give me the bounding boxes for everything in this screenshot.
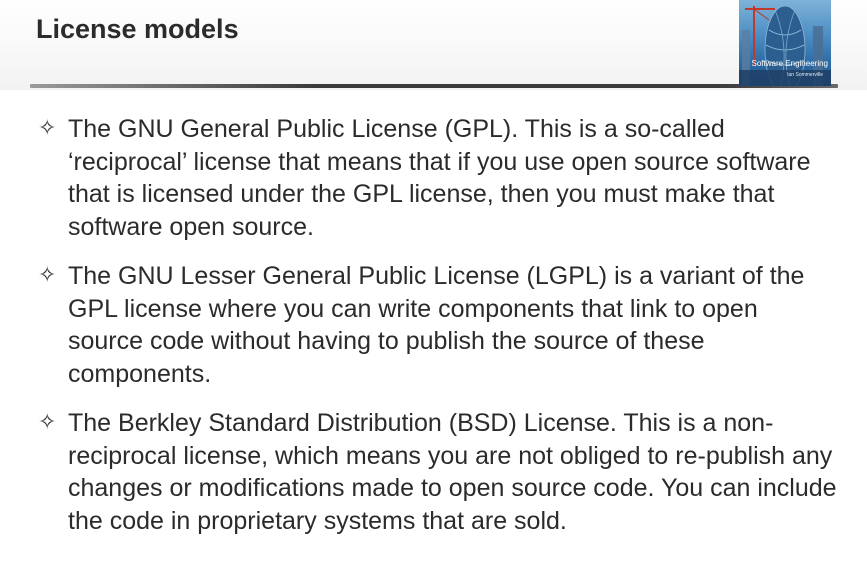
book-author: Ian Sommerville xyxy=(787,72,823,78)
sparkle-bullet-icon: ✧ xyxy=(38,116,57,141)
bullet-text: The Berkley Standard Distribution (BSD) … xyxy=(68,409,837,535)
bullet-item-lgpl: ✧ The GNU Lesser General Public License … xyxy=(38,260,838,390)
sparkle-bullet-icon: ✧ xyxy=(38,410,57,435)
sparkle-bullet-icon: ✧ xyxy=(38,263,57,288)
book-title: Software Engineering xyxy=(751,59,829,68)
bullet-list: ✧ The GNU General Public License (GPL). … xyxy=(38,113,838,554)
bullet-item-bsd: ✧ The Berkley Standard Distribution (BSD… xyxy=(38,407,838,537)
bullet-text: The GNU General Public License (GPL). Th… xyxy=(68,115,811,241)
title-divider xyxy=(30,84,838,88)
book-cover-thumbnail: Software Engineering Ian Sommerville xyxy=(739,0,831,86)
bullet-text: The GNU Lesser General Public License (L… xyxy=(68,262,805,388)
bullet-item-gpl: ✧ The GNU General Public License (GPL). … xyxy=(38,113,838,243)
slide-title: License models xyxy=(36,14,239,44)
